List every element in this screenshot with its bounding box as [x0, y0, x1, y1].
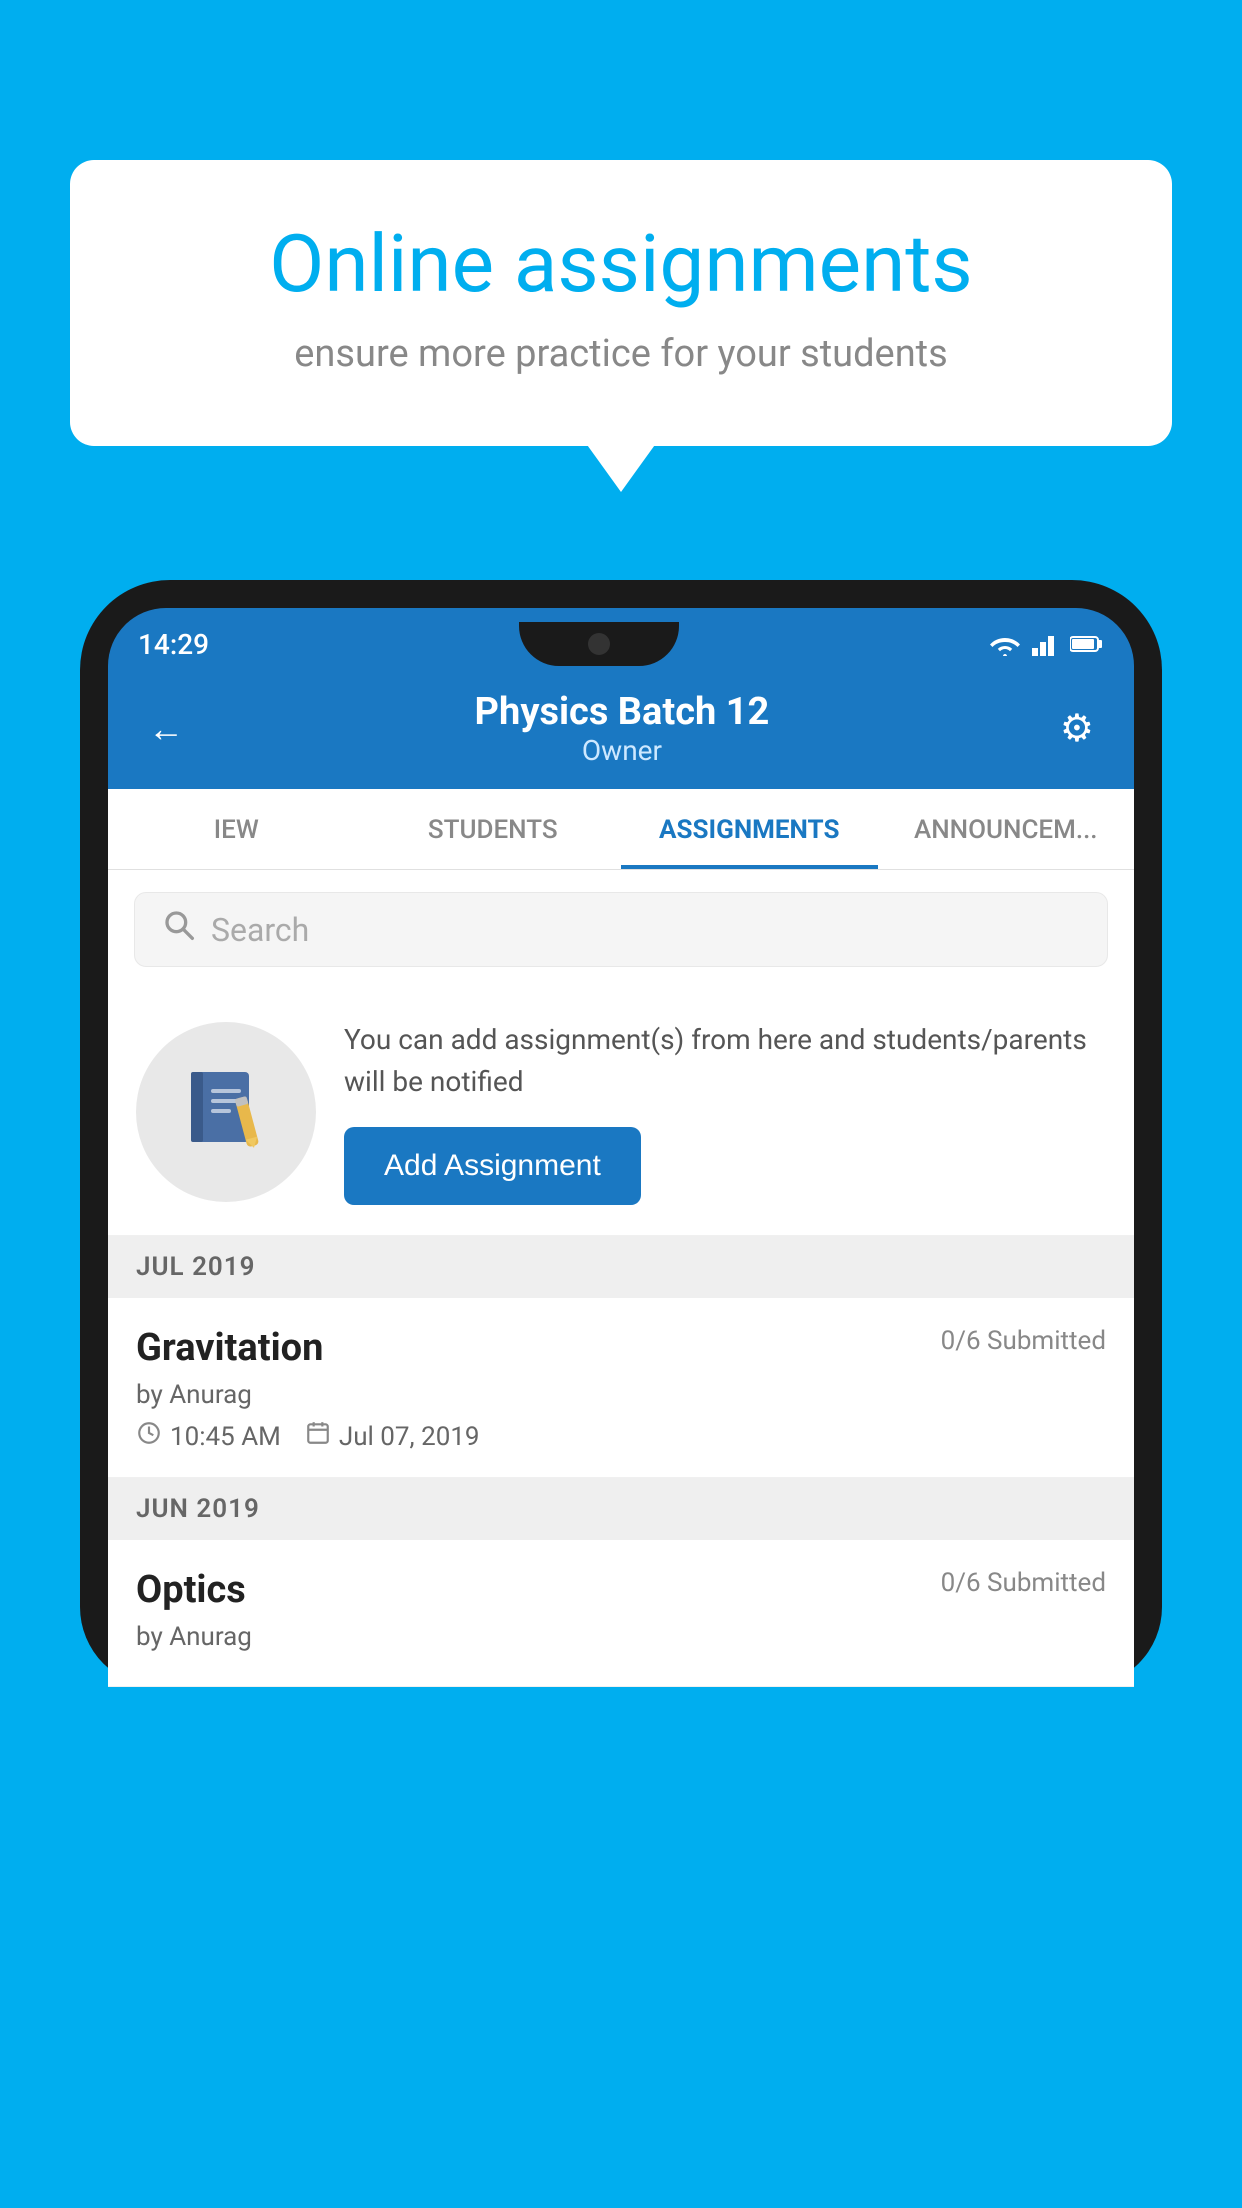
notebook-icon [181, 1067, 271, 1157]
search-bar[interactable]: Search [134, 892, 1108, 967]
tab-iew[interactable]: IEW [108, 789, 365, 869]
clock-icon [136, 1420, 162, 1453]
speech-bubble-subtitle: ensure more practice for your students [150, 332, 1092, 376]
battery-icon [1070, 635, 1104, 653]
notch [519, 622, 679, 666]
signal-icon [1032, 632, 1060, 656]
phone-screen: ← Physics Batch 12 Owner ⚙ IEW STUDENTS … [108, 666, 1134, 1687]
phone-outer: 14:29 [80, 580, 1162, 1687]
search-input[interactable]: Search [211, 911, 309, 949]
header-subtitle: Owner [475, 734, 770, 767]
header-title-area: Physics Batch 12 Owner [475, 690, 770, 767]
optics-author: by Anurag [136, 1622, 1106, 1652]
wifi-icon [988, 632, 1022, 656]
optics-title: Optics [136, 1568, 246, 1612]
status-bar: 14:29 [108, 608, 1134, 666]
assignment-time: 10:45 AM [170, 1422, 281, 1452]
calendar-icon [305, 1420, 331, 1453]
speech-bubble-title: Online assignments [150, 220, 1092, 308]
info-description: You can add assignment(s) from here and … [344, 1019, 1106, 1103]
assignment-item-optics-header: Optics 0/6 Submitted [136, 1568, 1106, 1612]
assignment-meta: 10:45 AM Jul 07, 2019 [136, 1420, 1106, 1453]
assignment-author: by Anurag [136, 1380, 1106, 1410]
info-text-area: You can add assignment(s) from here and … [344, 1019, 1106, 1205]
phone-wrapper: 14:29 [80, 580, 1162, 2208]
assignment-item-gravitation[interactable]: Gravitation 0/6 Submitted by Anurag 10:4… [108, 1298, 1134, 1478]
app-header: ← Physics Batch 12 Owner ⚙ [108, 666, 1134, 789]
info-card: You can add assignment(s) from here and … [108, 989, 1134, 1236]
add-assignment-button[interactable]: Add Assignment [344, 1127, 641, 1205]
tab-students[interactable]: STUDENTS [365, 789, 622, 869]
settings-button[interactable]: ⚙ [1060, 706, 1094, 751]
tabs-bar: IEW STUDENTS ASSIGNMENTS ANNOUNCEM... [108, 789, 1134, 870]
back-button[interactable]: ← [148, 708, 184, 750]
status-time: 14:29 [138, 628, 209, 661]
assignment-item-optics[interactable]: Optics 0/6 Submitted by Anurag [108, 1540, 1134, 1687]
search-container: Search [108, 870, 1134, 989]
speech-bubble-container: Online assignments ensure more practice … [70, 160, 1172, 446]
assignment-date: Jul 07, 2019 [339, 1422, 480, 1452]
assignment-icon-circle [136, 1022, 316, 1202]
assignment-item-header: Gravitation 0/6 Submitted [136, 1326, 1106, 1370]
speech-bubble: Online assignments ensure more practice … [70, 160, 1172, 446]
optics-submitted: 0/6 Submitted [941, 1568, 1106, 1598]
meta-time: 10:45 AM [136, 1420, 281, 1453]
section-header-jul: JUL 2019 [108, 1236, 1134, 1298]
tab-announcements[interactable]: ANNOUNCEM... [878, 789, 1135, 869]
section-header-jun: JUN 2019 [108, 1478, 1134, 1540]
header-title: Physics Batch 12 [475, 690, 770, 734]
meta-date: Jul 07, 2019 [305, 1420, 480, 1453]
status-icons [988, 632, 1104, 656]
assignment-title: Gravitation [136, 1326, 323, 1370]
search-icon [163, 909, 195, 950]
tab-assignments[interactable]: ASSIGNMENTS [621, 789, 878, 869]
camera [588, 633, 610, 655]
assignment-submitted: 0/6 Submitted [941, 1326, 1106, 1356]
